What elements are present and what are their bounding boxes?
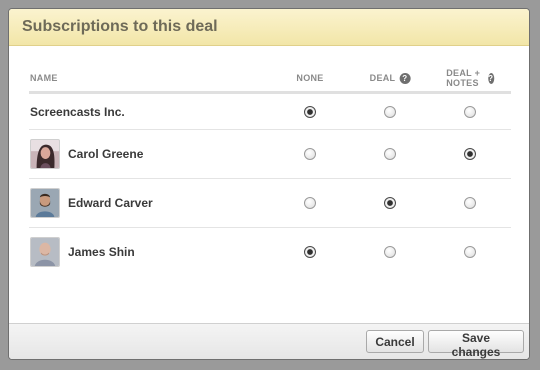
radio-none[interactable] (304, 148, 316, 160)
radio-deal[interactable] (384, 148, 396, 160)
row-name: James Shin (29, 237, 135, 267)
help-icon[interactable]: ? (487, 72, 494, 84)
dialog-title: Subscriptions to this deal (22, 18, 218, 35)
help-icon[interactable]: ? (399, 72, 411, 84)
table-row: Edward Carver (29, 179, 511, 228)
radio-deal[interactable] (384, 197, 396, 209)
table-row: Screencasts Inc. (29, 94, 511, 130)
column-header-none-label: NONE (296, 73, 324, 83)
cancel-button[interactable]: Cancel (366, 330, 424, 353)
row-name: Screencasts Inc. (30, 105, 125, 119)
radio-none[interactable] (304, 246, 316, 258)
save-changes-button[interactable]: Save changes (428, 330, 524, 359)
table-header-row: NAME NONE DEAL ? DEAL + NOTES ? (29, 65, 511, 94)
subscriptions-table: NAME NONE DEAL ? DEAL + NOTES ? Screenca… (29, 65, 511, 276)
radio-deal[interactable] (384, 246, 396, 258)
row-name-label: Screencasts Inc. (30, 104, 125, 119)
row-name-label: James Shin (68, 245, 135, 259)
radio-none[interactable] (304, 197, 316, 209)
radio-none[interactable] (304, 105, 316, 118)
column-header-deal-notes-label: DEAL + NOTES (446, 68, 481, 88)
column-header-deal: DEAL ? (369, 72, 411, 84)
radio-deal-notes[interactable] (464, 246, 476, 258)
radio-deal-notes[interactable] (464, 148, 476, 160)
avatar (30, 237, 60, 267)
avatar (30, 139, 60, 169)
dialog-header: Subscriptions to this deal (9, 9, 529, 46)
column-header-name: NAME (30, 73, 58, 83)
row-name-label: Edward Carver (68, 196, 153, 210)
subscriptions-dialog: Subscriptions to this deal NAME NONE DEA… (8, 8, 530, 360)
row-name: Edward Carver (29, 188, 153, 218)
column-header-deal-label: DEAL (369, 73, 396, 83)
row-name: Carol Greene (29, 139, 143, 169)
radio-deal-notes[interactable] (464, 197, 476, 209)
dialog-footer: Cancel Save changes (9, 323, 529, 359)
row-name-label: Carol Greene (68, 147, 144, 161)
radio-deal-notes[interactable] (464, 105, 476, 118)
column-header-deal-notes: DEAL + NOTES ? (446, 68, 494, 88)
table-row: Carol Greene (29, 130, 511, 179)
table-row: James Shin (29, 228, 511, 276)
avatar (30, 188, 60, 218)
radio-deal[interactable] (384, 105, 396, 118)
column-header-none: NONE (296, 73, 323, 83)
